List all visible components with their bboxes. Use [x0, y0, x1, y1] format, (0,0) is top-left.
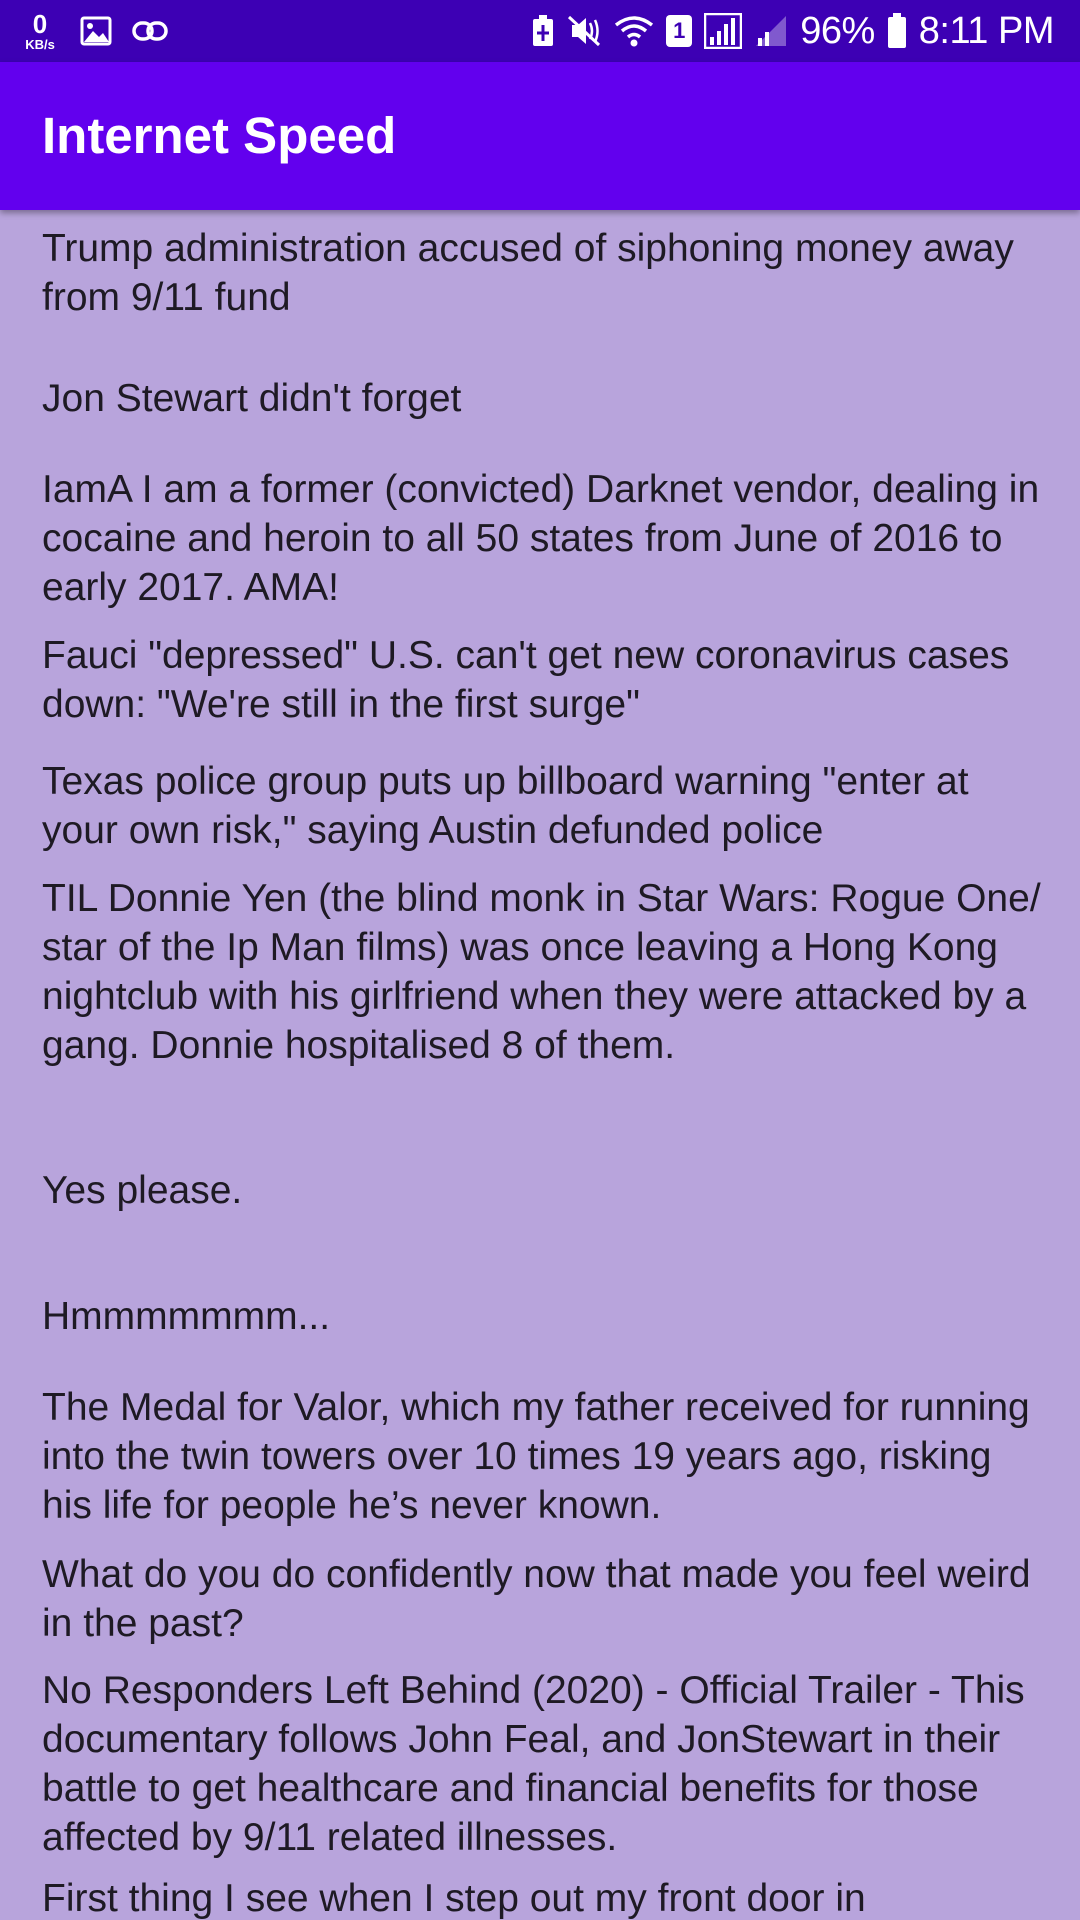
status-bar-right: 1 96% 8:11 PM: [532, 8, 1055, 54]
list-item[interactable]: First thing I see when I step out my fro…: [42, 1874, 1052, 1920]
wifi-icon: [614, 15, 654, 47]
signal-icon: [704, 13, 743, 49]
list-item[interactable]: The Medal for Valor, which my father rec…: [42, 1383, 1052, 1530]
app-bar: Internet Speed: [0, 62, 1080, 210]
list-item[interactable]: Fauci "depressed" U.S. can't get new cor…: [42, 631, 1052, 729]
battery-percent: 96%: [800, 9, 875, 52]
sim-slot-badge: 1: [666, 15, 693, 47]
list-item[interactable]: Hmmmmmmm...: [42, 1292, 1052, 1341]
battery-saver-icon: [532, 15, 554, 47]
data-speed-value: 0: [32, 9, 48, 39]
signal-weak-icon: [754, 14, 788, 48]
headline-list[interactable]: Trump administration accused of siphonin…: [0, 210, 1080, 1920]
list-item[interactable]: Trump administration accused of siphonin…: [42, 224, 1052, 322]
data-speed-unit: KB/s: [25, 37, 55, 52]
gallery-icon: [80, 16, 112, 46]
list-item[interactable]: TIL Donnie Yen (the blind monk in Star W…: [42, 874, 1052, 1070]
status-bar-left: 0 KB/s: [20, 8, 168, 54]
data-speed-indicator: 0 KB/s: [20, 11, 60, 51]
list-item[interactable]: Yes please.: [42, 1166, 1052, 1215]
list-item[interactable]: IamA I am a former (convicted) Darknet v…: [42, 465, 1052, 612]
app-title: Internet Speed: [42, 107, 397, 164]
link-icon: [132, 20, 168, 42]
clock: 8:11 PM: [918, 9, 1055, 52]
list-item[interactable]: Texas police group puts up billboard war…: [42, 757, 1052, 855]
list-item[interactable]: What do you do confidently now that made…: [42, 1550, 1052, 1648]
vibrate-mute-icon: [566, 14, 602, 48]
battery-icon: [887, 13, 907, 49]
list-item[interactable]: No Responders Left Behind (2020) - Offic…: [42, 1666, 1052, 1862]
status-bar: 0 KB/s 1 96% 8:11 PM: [0, 0, 1080, 62]
list-item[interactable]: Jon Stewart didn't forget: [42, 374, 1052, 423]
